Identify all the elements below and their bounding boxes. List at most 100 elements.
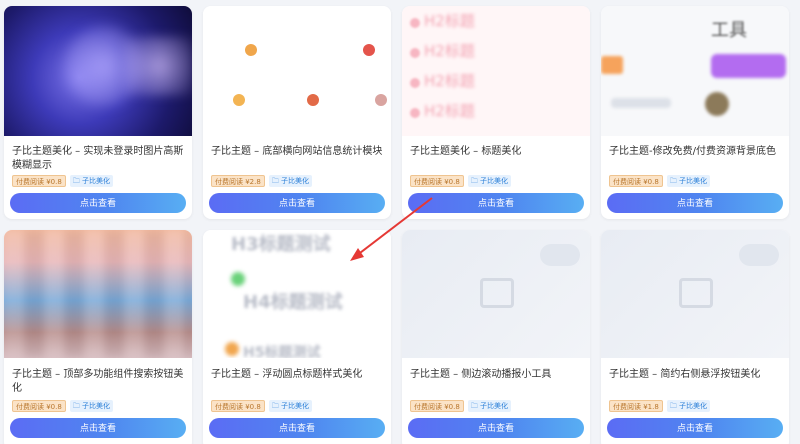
thumbnail-block [611, 98, 671, 108]
category-label: 子比美化 [679, 402, 708, 410]
price-badge: 付费阅读 ¥2.8 [211, 175, 265, 187]
category-tag[interactable]: 🗀 子比美化 [666, 175, 711, 187]
post-card[interactable]: 子比主题 – 简约右侧悬浮按钮美化 付费阅读 ¥1.8 🗀 子比美化 点击查看 [601, 230, 789, 444]
price-badge: 付费阅读 ¥0.8 [410, 400, 464, 412]
thumbnail-bullet [410, 108, 420, 118]
thumbnail-heading: H2标题 [424, 72, 475, 90]
thumbnail-avatar [245, 44, 257, 56]
thumbnail-avatar [705, 92, 729, 116]
view-button[interactable]: 点击查看 [209, 418, 385, 438]
post-thumbnail[interactable] [402, 230, 590, 358]
post-card[interactable]: H2标题 H2标题 H2标题 H2标题 子比主题美化 – 标题美化 付费阅读 ¥… [402, 6, 590, 219]
post-tags: 付费阅读 ¥0.8 🗀 子比美化 [4, 400, 192, 412]
thumbnail-bullet [410, 48, 420, 58]
thumbnail-blur [124, 36, 192, 96]
post-tags: 付费阅读 ¥0.8 🗀 子比美化 [402, 175, 590, 187]
post-title[interactable]: 子比主题 – 侧边滚动播报小工具 [402, 368, 590, 396]
folder-icon: 🗀 [271, 402, 282, 410]
category-tag[interactable]: 🗀 子比美化 [268, 400, 313, 412]
thumbnail-avatar [363, 44, 375, 56]
category-label: 子比美化 [480, 402, 509, 410]
thumbnail-avatar [233, 94, 245, 106]
post-title[interactable]: 子比主题美化 – 标题美化 [402, 145, 590, 173]
folder-icon: 🗀 [72, 177, 83, 185]
folder-icon: 🗀 [470, 177, 481, 185]
category-label: 子比美化 [679, 177, 708, 185]
post-thumbnail[interactable]: 工具 [601, 6, 789, 136]
thumbnail-heading: H2标题 [424, 102, 475, 120]
price-badge: 付费阅读 ¥0.8 [12, 175, 66, 187]
view-button[interactable]: 点击查看 [10, 193, 186, 213]
category-label: 子比美化 [480, 177, 509, 185]
view-button[interactable]: 点击查看 [408, 418, 584, 438]
post-tags: 付费阅读 ¥0.8 🗀 子比美化 [402, 400, 590, 412]
thumbnail-bullet [231, 272, 245, 286]
thumbnail-bullet [410, 78, 420, 88]
image-placeholder-icon [480, 278, 514, 308]
post-thumbnail[interactable] [4, 6, 192, 136]
category-tag[interactable]: 🗀 子比美化 [268, 175, 313, 187]
post-title[interactable]: 子比主题 – 底部横向网站信息统计模块 [203, 145, 391, 173]
thumbnail-heading: H4标题测试 [243, 292, 343, 313]
category-label: 子比美化 [281, 177, 310, 185]
post-title[interactable]: 子比主题 – 顶部多功能组件搜索按钮美化 [4, 368, 192, 396]
category-tag[interactable]: 🗀 子比美化 [666, 400, 711, 412]
post-card[interactable]: 子比主题 – 底部横向网站信息统计模块 付费阅读 ¥2.8 🗀 子比美化 点击查… [203, 6, 391, 219]
thumbnail-heading: H2标题 [424, 12, 475, 30]
post-title[interactable]: 子比主题美化 – 实现未登录时图片高斯模糊显示 [4, 145, 192, 173]
cloud-icon [739, 244, 779, 266]
category-tag[interactable]: 🗀 子比美化 [69, 400, 114, 412]
folder-icon: 🗀 [72, 402, 83, 410]
folder-icon: 🗀 [669, 402, 680, 410]
price-badge: 付费阅读 ¥0.8 [609, 175, 663, 187]
thumbnail-heading: H3标题测试 [231, 234, 331, 255]
folder-icon: 🗀 [470, 402, 481, 410]
view-button[interactable]: 点击查看 [10, 418, 186, 438]
view-button[interactable]: 点击查看 [607, 193, 783, 213]
view-button[interactable]: 点击查看 [209, 193, 385, 213]
view-button[interactable]: 点击查看 [408, 193, 584, 213]
thumbnail-avatar [307, 94, 319, 106]
post-title[interactable]: 子比主题 – 浮动圆点标题样式美化 [203, 368, 391, 396]
image-placeholder-icon [679, 278, 713, 308]
cloud-icon [540, 244, 580, 266]
thumbnail-avatar [375, 94, 387, 106]
thumbnail-heading: 工具 [711, 20, 747, 41]
post-grid: 子比主题美化 – 实现未登录时图片高斯模糊显示 付费阅读 ¥0.8 🗀 子比美化… [0, 0, 800, 444]
post-thumbnail[interactable] [601, 230, 789, 358]
folder-icon: 🗀 [271, 177, 282, 185]
category-label: 子比美化 [281, 402, 310, 410]
post-tags: 付费阅读 ¥0.8 🗀 子比美化 [203, 400, 391, 412]
view-button[interactable]: 点击查看 [607, 418, 783, 438]
category-label: 子比美化 [82, 402, 111, 410]
post-title[interactable]: 子比主题 – 简约右侧悬浮按钮美化 [601, 368, 789, 396]
category-label: 子比美化 [82, 177, 111, 185]
category-tag[interactable]: 🗀 子比美化 [467, 400, 512, 412]
thumbnail-bullet [225, 342, 239, 356]
price-badge: 付费阅读 ¥0.8 [12, 400, 66, 412]
post-card[interactable]: 工具 子比主题-修改免费/付费资源背景底色 付费阅读 ¥0.8 🗀 子比美化 点… [601, 6, 789, 219]
folder-icon: 🗀 [669, 177, 680, 185]
thumbnail-block [711, 54, 786, 78]
post-card[interactable]: 子比主题 – 顶部多功能组件搜索按钮美化 付费阅读 ¥0.8 🗀 子比美化 点击… [4, 230, 192, 444]
thumbnail-blur [4, 230, 192, 358]
price-badge: 付费阅读 ¥1.8 [609, 400, 663, 412]
thumbnail-heading: H2标题 [424, 42, 475, 60]
post-card[interactable]: 子比主题美化 – 实现未登录时图片高斯模糊显示 付费阅读 ¥0.8 🗀 子比美化… [4, 6, 192, 219]
price-badge: 付费阅读 ¥0.8 [410, 175, 464, 187]
post-title[interactable]: 子比主题-修改免费/付费资源背景底色 [601, 145, 789, 173]
post-thumbnail[interactable]: H2标题 H2标题 H2标题 H2标题 [402, 6, 590, 136]
post-thumbnail[interactable] [203, 6, 391, 136]
post-thumbnail[interactable] [4, 230, 192, 358]
category-tag[interactable]: 🗀 子比美化 [467, 175, 512, 187]
thumbnail-block [601, 56, 623, 74]
post-card[interactable]: 子比主题 – 侧边滚动播报小工具 付费阅读 ¥0.8 🗀 子比美化 点击查看 [402, 230, 590, 444]
post-tags: 付费阅读 ¥0.8 🗀 子比美化 [4, 175, 192, 187]
thumbnail-heading: H5标题测试 [243, 345, 321, 358]
post-tags: 付费阅读 ¥2.8 🗀 子比美化 [203, 175, 391, 187]
post-tags: 付费阅读 ¥1.8 🗀 子比美化 [601, 400, 789, 412]
thumbnail-bullet [410, 18, 420, 28]
post-card[interactable]: H3标题测试 H4标题测试 H5标题测试 子比主题 – 浮动圆点标题样式美化 付… [203, 230, 391, 444]
category-tag[interactable]: 🗀 子比美化 [69, 175, 114, 187]
post-thumbnail[interactable]: H3标题测试 H4标题测试 H5标题测试 [203, 230, 391, 358]
